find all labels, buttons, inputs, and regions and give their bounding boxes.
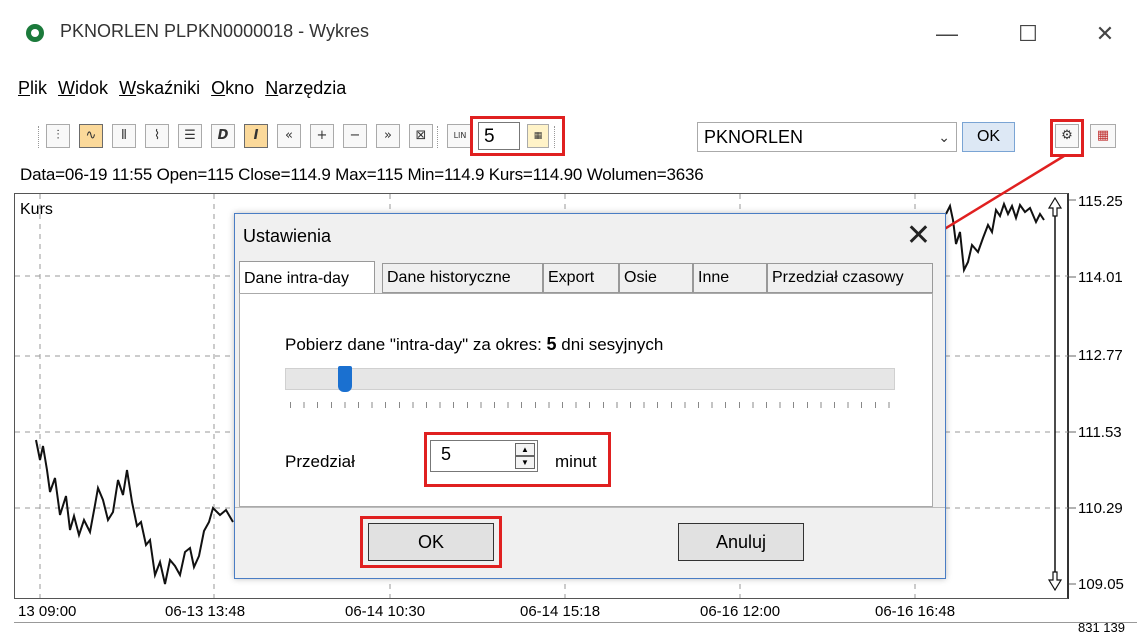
y-tick-label: 110.29: [1078, 500, 1123, 517]
x-tick-label: 06-14 15:18: [520, 603, 601, 620]
y-tick-label: 115.25: [1078, 193, 1123, 210]
close-icon[interactable]: ✕: [906, 218, 931, 253]
x-tick-label: 06-16 16:48: [875, 603, 956, 620]
interval-label: Przedział: [285, 452, 355, 471]
y-tick-label: 112.77: [1078, 347, 1123, 364]
fetch-prefix: Pobierz dane "intra-day" za okres:: [285, 335, 542, 354]
x-tick-label: 06-16 12:00: [700, 603, 781, 620]
y-tick-label: 114.01: [1078, 269, 1123, 286]
x-tick-label: 13 09:00: [18, 603, 77, 620]
tab-export[interactable]: Export: [543, 263, 619, 293]
slider-ticks: [290, 402, 900, 408]
slider-thumb[interactable]: [338, 366, 352, 392]
series-label: Kurs: [20, 201, 53, 218]
y-tick-label: 111.53: [1078, 424, 1122, 441]
interval-highlight: [424, 432, 611, 487]
tab-inne[interactable]: Inne: [693, 263, 767, 293]
days-slider[interactable]: [285, 368, 895, 390]
tab-dane-intraday[interactable]: Dane intra-day: [239, 261, 375, 293]
x-tick-label: 06-14 10:30: [345, 603, 426, 620]
dialog-cancel-button[interactable]: Anuluj: [678, 523, 804, 561]
tab-dane-historyczne[interactable]: Dane historyczne: [382, 263, 543, 293]
fetch-period-label: Pobierz dane "intra-day" za okres: 5 dni…: [285, 334, 663, 355]
x-tick-label: 06-13 13:48: [165, 603, 246, 620]
tab-przedzial-czasowy[interactable]: Przedział czasowy: [767, 263, 933, 293]
dialog-divider: [235, 507, 945, 508]
y-tick-label: 109.05: [1078, 576, 1124, 593]
tab-osie[interactable]: Osie: [619, 263, 693, 293]
fetch-days-value: 5: [546, 334, 557, 354]
fetch-suffix: dni sesyjnych: [561, 335, 664, 354]
ok-highlight: [360, 516, 502, 568]
volume-pane: [14, 622, 1137, 634]
dialog-title: Ustawienia: [243, 226, 332, 246]
settings-dialog: Ustawienia ✕ Dane intra-day Dane history…: [234, 213, 946, 579]
